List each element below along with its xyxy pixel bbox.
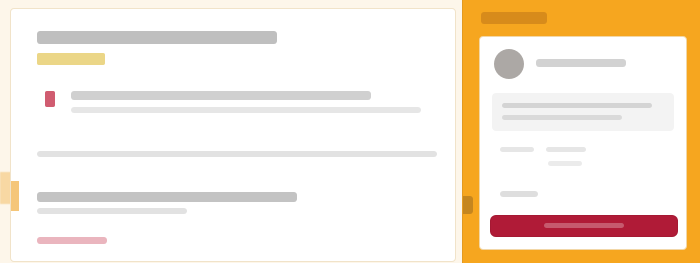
message-block (492, 93, 674, 131)
action-link[interactable] (37, 237, 107, 244)
alert-icon (45, 91, 55, 107)
primary-action-button[interactable] (490, 215, 678, 237)
cta-subtitle (37, 208, 187, 214)
primary-action-label (544, 223, 624, 228)
alert-subtitle (71, 107, 421, 113)
avatar (494, 49, 524, 79)
panel-card (479, 36, 687, 250)
content-card (10, 8, 456, 262)
meta-2 (546, 147, 586, 152)
alert-box (37, 81, 429, 127)
panel-side-tab[interactable] (463, 196, 473, 214)
meta-3 (548, 161, 582, 166)
profile-name (536, 59, 626, 67)
cta-title (37, 192, 297, 202)
message-line-2 (502, 115, 622, 120)
card-title (37, 31, 277, 44)
panel-header (481, 12, 547, 24)
meta-1 (500, 147, 534, 152)
alert-title (71, 91, 371, 100)
category-tag (37, 53, 105, 65)
message-line-1 (502, 103, 652, 108)
info-row (37, 151, 437, 157)
panel-subtitle (500, 191, 538, 197)
cta-accent (11, 181, 19, 211)
side-panel (462, 0, 700, 263)
